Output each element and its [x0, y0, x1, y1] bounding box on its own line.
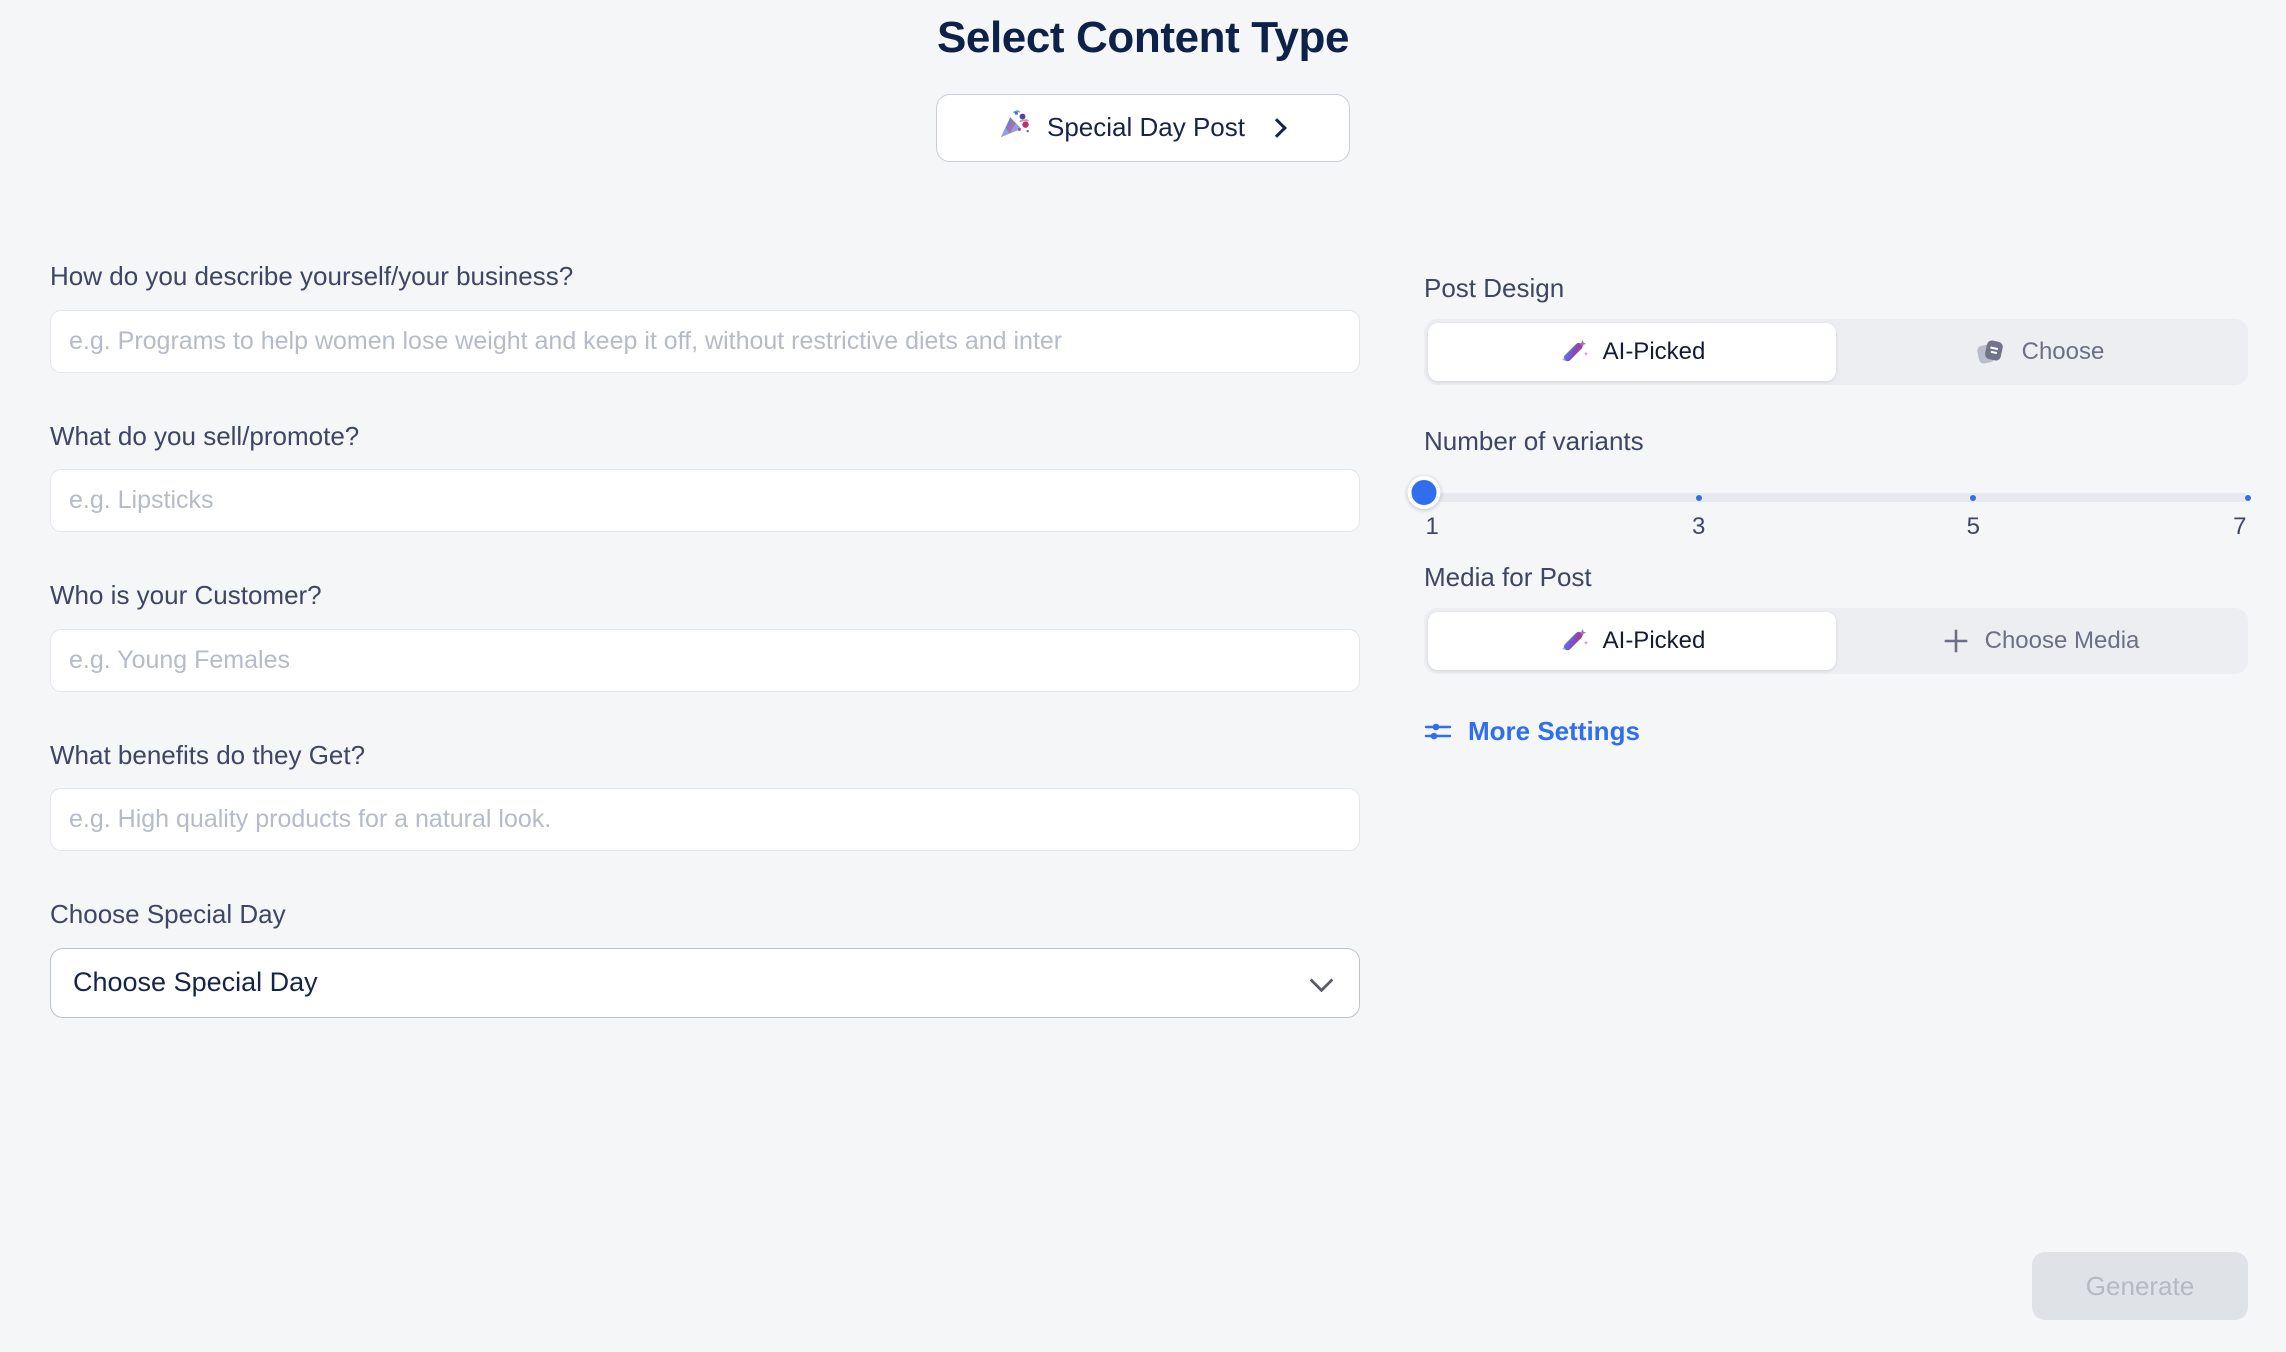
slider-tick-label: 5 [1966, 513, 1980, 540]
more-settings-label: More Settings [1468, 715, 1640, 746]
settings-column: Post Design AI-Picked Choose Number of v… [1407, 272, 2251, 750]
slider-mark-5 [1970, 494, 1977, 501]
slider-thumb[interactable] [1407, 475, 1441, 509]
field-label: Who is your Customer? [50, 580, 322, 610]
template-icon [1976, 336, 2008, 368]
special-day-select[interactable]: Choose Special Day [50, 947, 1360, 1018]
field-sell-promote: What do you sell/promote? [50, 420, 1360, 532]
sell-promote-input[interactable] [50, 469, 1360, 532]
media-option-label: AI-Picked [1602, 626, 1706, 654]
media-option-ai-picked[interactable]: AI-Picked [1428, 611, 1836, 670]
content-type-label: Special Day Post [1047, 112, 1245, 143]
form-column: How do you describe yourself/your busine… [50, 260, 1360, 1018]
post-design-option-label: Choose [2021, 337, 2105, 365]
generate-button[interactable]: Generate [2032, 1252, 2248, 1320]
media-option-label: Choose Media [1984, 626, 2140, 654]
slider-track[interactable] [1424, 493, 2248, 502]
page-title: Select Content Type [936, 13, 1350, 62]
slider-tick-label: 3 [1691, 513, 1706, 540]
benefits-input[interactable] [50, 788, 1360, 851]
more-settings-link[interactable]: More Settings [1424, 716, 1640, 747]
field-benefits: What benefits do they Get? [50, 739, 1360, 851]
media-option-choose-media[interactable]: Choose Media [1836, 612, 2244, 670]
slider-tick-labels: 1 3 5 7 [1424, 513, 2248, 543]
business-description-input[interactable] [50, 309, 1360, 373]
slider-tick-label: 1 [1425, 513, 1439, 540]
field-business-description: How do you describe yourself/your busine… [50, 260, 1360, 373]
field-label: What do you sell/promote? [50, 420, 360, 451]
page-header: Select Content Type Special Day Post [0, 0, 2286, 162]
section-post-design: Post Design AI-Picked Choose [1424, 272, 2248, 385]
plus-icon [1941, 626, 1971, 656]
field-label: Choose Special Day [50, 899, 286, 929]
post-design-option-label: AI-Picked [1602, 337, 1706, 365]
slider-mark-3 [1695, 494, 1702, 501]
content-type-page: Select Content Type Special Day Post How… [0, 0, 2286, 1352]
magic-wand-icon [1559, 337, 1589, 367]
media-segmented-control: AI-Picked Choose Media [1424, 607, 2248, 674]
special-day-selected-value: Choose Special Day [73, 967, 318, 997]
field-label: How do you describe yourself/your busine… [50, 261, 574, 291]
content-type-selector-button[interactable]: Special Day Post [936, 93, 1350, 162]
variants-slider[interactable]: 1 3 5 7 [1407, 475, 2251, 540]
post-design-option-choose[interactable]: Choose [1836, 323, 2244, 381]
field-label: What benefits do they Get? [50, 739, 366, 770]
media-label: Media for Post [1424, 562, 1592, 592]
section-media: Media for Post AI-Picked Choose Media [1424, 561, 2248, 674]
post-design-label: Post Design [1424, 273, 1565, 303]
special-day-select-wrap: Choose Special Day [50, 947, 1360, 1018]
post-design-segmented-control: AI-Picked Choose [1424, 318, 2248, 385]
sliders-icon [1424, 717, 1452, 745]
slider-tick-label: 7 [2233, 513, 2247, 540]
post-design-option-ai-picked[interactable]: AI-Picked [1428, 322, 1836, 381]
slider-mark-7 [2245, 494, 2251, 501]
field-customer: Who is your Customer? [50, 579, 1360, 692]
chevron-right-icon [1267, 117, 1289, 139]
field-special-day: Choose Special Day Choose Special Day [50, 898, 1360, 1018]
party-popper-icon [997, 108, 1031, 147]
section-variants: Number of variants 1 3 5 7 [1407, 425, 2251, 540]
variants-label: Number of variants [1424, 425, 1644, 456]
magic-wand-icon [1559, 626, 1589, 656]
customer-input[interactable] [50, 628, 1360, 692]
